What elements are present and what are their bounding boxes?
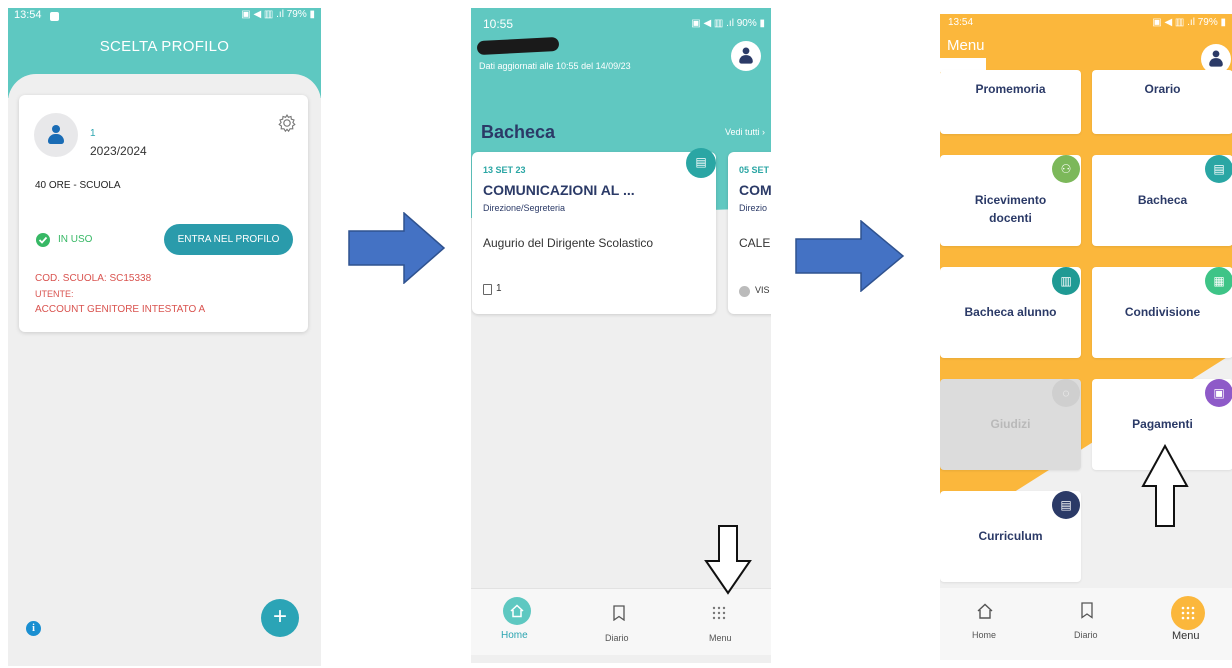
share-document-icon: ▦ xyxy=(1205,267,1232,295)
status-time: 13:54 xyxy=(14,9,42,21)
tile-label: Orario xyxy=(1144,82,1181,96)
check-icon xyxy=(36,233,50,247)
notice-card[interactable]: 05 SET COM Direzio CALEI VIS xyxy=(728,152,771,314)
tab-home[interactable]: Home xyxy=(972,630,996,640)
tab-bar: Home Diario Menu xyxy=(940,588,1232,660)
tab-home[interactable]: Home xyxy=(501,630,528,641)
tile-label: Promemoria xyxy=(975,82,1046,96)
grid-dots-icon[interactable] xyxy=(1171,596,1205,630)
enter-profile-button[interactable]: ENTRA NEL PROFILO xyxy=(164,224,293,255)
tile-label: Ricevimento docenti xyxy=(974,193,1047,225)
tab-menu[interactable]: Menu xyxy=(709,633,732,643)
document-icon: ▤ xyxy=(1052,491,1080,519)
tile-label: Pagamenti xyxy=(1132,417,1193,431)
menu-tile-bacheca-alunno[interactable]: ▥ Bacheca alunno xyxy=(940,267,1081,358)
user-icon xyxy=(48,125,64,145)
menu-tile-orario[interactable]: Orario xyxy=(1092,70,1232,134)
tab-menu[interactable]: Menu xyxy=(1172,630,1200,642)
notice-body: CALEI xyxy=(739,236,771,250)
account-label: ACCOUNT GENITORE INTESTATO A xyxy=(35,304,206,315)
user-icon xyxy=(739,47,753,65)
profile-number: 1 xyxy=(90,128,96,139)
screen-menu: 13:54 ▣ ◀ ▥ .ıl 79% ▮ Menu Promemoria Or… xyxy=(940,14,1232,660)
tab-diario[interactable]: Diario xyxy=(605,633,629,643)
bookmark-icon[interactable] xyxy=(1080,602,1094,619)
payment-icon: ▣ xyxy=(1205,379,1232,407)
tile-label: Bacheca xyxy=(1137,193,1188,207)
status-bar: 13:54 ▣ ◀ ▥ .ıl 79% ▮ xyxy=(940,14,1232,30)
clipboard-icon: ▥ xyxy=(1052,267,1080,295)
home-icon[interactable] xyxy=(976,602,994,620)
notice-board-icon: ▤ xyxy=(1205,155,1232,183)
arrow-up-icon xyxy=(1141,444,1189,527)
grid-dots-icon[interactable] xyxy=(711,605,727,621)
notice-title: COMUNICAZIONI AL ... xyxy=(483,182,635,198)
menu-tile-condivisione[interactable]: ▦ Condivisione xyxy=(1092,267,1232,358)
screen-scelta-profilo: 13:54 ▣ ◀ ▥ .ıl 79% ▮ SCELTA PROFILO 1 2… xyxy=(8,8,321,666)
profile-year: 2023/2024 xyxy=(90,144,147,158)
menu-tile-ricevimento-docenti[interactable]: ⚇ Ricevimento docenti xyxy=(940,155,1081,246)
check-icon xyxy=(739,286,750,297)
tile-label: Condivisione xyxy=(1124,305,1201,319)
arrow-right-icon xyxy=(795,220,905,292)
avatar[interactable] xyxy=(731,41,761,71)
attachment-icon xyxy=(483,284,492,295)
school-code: COD. SCUOLA: SC15338 xyxy=(35,273,152,284)
page-title: SCELTA PROFILO xyxy=(99,38,230,55)
tab-bar: Home Diario Menu xyxy=(471,588,771,655)
battery-percent: 79% xyxy=(286,9,307,20)
status-battery: ▣ ◀ ▥ .ıl 79% ▮ xyxy=(1152,17,1226,28)
notice-body: Augurio del Dirigente Scolastico xyxy=(483,236,654,250)
bookmark-icon[interactable] xyxy=(612,605,626,621)
battery-percent: 79% xyxy=(1197,17,1218,28)
tile-label: Giudizi xyxy=(990,417,1031,431)
notice-sender: Direzione/Segreteria xyxy=(483,203,566,213)
gear-icon[interactable] xyxy=(277,113,297,133)
menu-tile-curriculum[interactable]: ▤ Curriculum xyxy=(940,491,1081,582)
visual-status: VIS xyxy=(755,285,770,295)
school-name: 40 ORE - SCUOLA xyxy=(35,180,121,191)
info-icon[interactable]: i xyxy=(26,621,41,636)
notice-title: COM xyxy=(739,182,771,198)
notice-board-icon: ▤ xyxy=(686,148,716,178)
updated-text: Dati aggiornati alle 10:55 del 14/09/23 xyxy=(479,61,631,71)
tile-label: Curriculum xyxy=(978,529,1043,543)
profile-card[interactable]: 1 2023/2024 40 ORE - SCUOLA IN USO ENTRA… xyxy=(19,95,308,332)
notice-date: 05 SET xyxy=(739,165,770,175)
arrow-down-icon xyxy=(704,525,752,595)
add-profile-button[interactable]: + xyxy=(261,599,299,637)
section-title: Bacheca xyxy=(481,122,556,142)
status-battery: ▣ ◀ ▥ .ıl 90% ▮ xyxy=(691,18,765,29)
status-battery: ▣ ◀ ▥ .ıl 79% ▮ xyxy=(241,9,315,20)
menu-tile-giudizi: ◌ Giudizi xyxy=(940,379,1081,470)
notification-icon xyxy=(50,12,59,21)
people-icon: ⚇ xyxy=(1052,155,1080,183)
battery-percent: 90% xyxy=(736,18,757,29)
menu-tile-promemoria[interactable]: Promemoria xyxy=(940,70,1081,134)
tab-diario[interactable]: Diario xyxy=(1074,630,1098,640)
menu-tile-bacheca[interactable]: ▤ Bacheca xyxy=(1092,155,1232,246)
status-bar: 10:55 ▣ ◀ ▥ .ıl 90% ▮ xyxy=(471,8,771,31)
arrow-right-icon xyxy=(348,212,446,284)
tile-label: Bacheca alunno xyxy=(964,305,1057,319)
avatar xyxy=(34,113,78,157)
user-icon xyxy=(1209,50,1223,68)
page-title: Menu xyxy=(947,37,985,54)
notice-card[interactable]: ▤ 13 SET 23 COMUNICAZIONI AL ... Direzio… xyxy=(472,148,716,314)
status-time: 10:55 xyxy=(483,17,514,31)
attachment-count: 1 xyxy=(496,283,502,294)
in-use-label: IN USO xyxy=(58,234,93,245)
notice-date: 13 SET 23 xyxy=(483,165,526,175)
status-time: 13:54 xyxy=(948,17,974,28)
notice-sender: Direzio xyxy=(739,203,768,213)
home-icon[interactable] xyxy=(503,597,531,625)
status-bar: 13:54 ▣ ◀ ▥ .ıl 79% ▮ xyxy=(8,8,321,24)
see-all-link[interactable]: Vedi tutti › xyxy=(725,127,765,137)
user-label: UTENTE: xyxy=(35,289,74,299)
chat-icon: ◌ xyxy=(1052,379,1080,407)
